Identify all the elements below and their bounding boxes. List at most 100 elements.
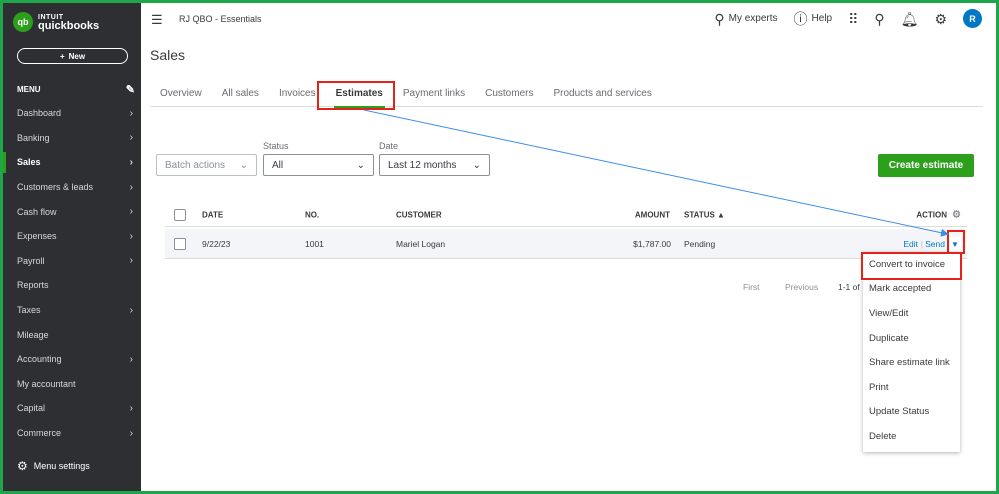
my-experts-button[interactable]: ⚲ My experts bbox=[714, 12, 777, 26]
pencil-icon[interactable]: ✎ bbox=[126, 83, 135, 96]
person-icon: ⚲ bbox=[714, 10, 725, 27]
tab-overview[interactable]: Overview bbox=[150, 85, 212, 107]
col-action: ACTION bbox=[916, 210, 947, 219]
chevron-right-icon: › bbox=[129, 427, 133, 439]
bell-icon[interactable]: 🔔︎ bbox=[901, 12, 919, 26]
menu-item-share-estimate-link[interactable]: Share estimate link bbox=[863, 350, 960, 375]
menu-item-update-status[interactable]: Update Status bbox=[863, 400, 960, 425]
edit-link[interactable]: Edit bbox=[903, 239, 918, 249]
app-frame: qb INTUIT quickbooks + New MENU ✎ Dashbo… bbox=[3, 3, 996, 491]
sidebar-item-label: Taxes bbox=[17, 305, 41, 316]
status-value: All bbox=[272, 159, 284, 171]
new-button-label: New bbox=[68, 51, 86, 61]
sidebar-item-dashboard[interactable]: Dashboard › bbox=[3, 101, 141, 126]
pager-previous[interactable]: Previous bbox=[785, 282, 818, 292]
sidebar-item-accounting[interactable]: Accounting › bbox=[3, 347, 141, 372]
sidebar: qb INTUIT quickbooks + New MENU ✎ Dashbo… bbox=[3, 3, 141, 491]
menu-item-view-edit[interactable]: View/Edit bbox=[863, 301, 960, 326]
sidebar-item-capital[interactable]: Capital › bbox=[3, 396, 141, 421]
menu-item-duplicate[interactable]: Duplicate bbox=[863, 326, 960, 351]
table-row[interactable]: 9/22/23 1001 Mariel Logan $1,787.00 Pend… bbox=[165, 229, 967, 259]
table-settings-gear-icon[interactable]: ⚙ bbox=[952, 209, 961, 220]
qb-logo-icon: qb bbox=[13, 12, 33, 32]
gear-icon: ⚙ bbox=[17, 459, 28, 473]
estimates-tab-highlight bbox=[317, 81, 395, 110]
my-experts-label: My experts bbox=[728, 13, 778, 24]
sidebar-item-payroll[interactable]: Payroll › bbox=[3, 249, 141, 274]
row-date: 9/22/23 bbox=[202, 238, 231, 249]
menu-settings-label: Menu settings bbox=[33, 461, 90, 471]
sidebar-item-commerce[interactable]: Commerce › bbox=[3, 421, 141, 446]
chevron-right-icon: › bbox=[129, 353, 133, 365]
search-icon[interactable]: ⚲ bbox=[874, 12, 884, 26]
row-checkbox[interactable] bbox=[174, 237, 186, 250]
sidebar-item-label: Banking bbox=[17, 132, 50, 143]
chevron-right-icon: › bbox=[129, 132, 133, 144]
sidebar-item-label: Capital bbox=[17, 403, 46, 414]
sidebar-item-expenses[interactable]: Expenses › bbox=[3, 224, 141, 249]
sales-tabs: Overview All sales Invoices Estimates Paymen… bbox=[150, 85, 983, 108]
page-title: Sales bbox=[150, 47, 186, 63]
plus-icon: + bbox=[59, 51, 65, 61]
collapse-menu-icon[interactable]: ☰ bbox=[151, 12, 163, 28]
table-header: DATE NO. CUSTOMER AMOUNT STATUS ▲ ACTION… bbox=[165, 203, 967, 227]
sidebar-item-my-accountant[interactable]: My accountant bbox=[3, 372, 141, 397]
menu-item-print[interactable]: Print bbox=[863, 375, 960, 400]
sidebar-item-banking[interactable]: Banking › bbox=[3, 126, 141, 151]
chevron-down-icon: ⌄ bbox=[472, 159, 481, 171]
convert-to-invoice-highlight bbox=[861, 252, 962, 280]
sidebar-item-taxes[interactable]: Taxes › bbox=[3, 298, 141, 323]
quickbooks-logo[interactable]: qb INTUIT quickbooks bbox=[13, 12, 99, 32]
row-amount: $1,787.00 bbox=[633, 238, 671, 249]
status-select[interactable]: All ⌄ bbox=[263, 154, 374, 176]
menu-item-delete[interactable]: Delete bbox=[863, 424, 960, 449]
date-value: Last 12 months bbox=[388, 159, 457, 171]
sidebar-item-mileage[interactable]: Mileage bbox=[3, 322, 141, 347]
menu-item-mark-accepted[interactable]: Mark accepted bbox=[863, 277, 960, 302]
company-name: RJ QBO - Essentials bbox=[179, 14, 262, 24]
chevron-right-icon: › bbox=[129, 402, 133, 414]
chevron-right-icon: › bbox=[129, 230, 133, 242]
settings-gear-icon[interactable]: ⚙ bbox=[934, 12, 947, 26]
help-button[interactable]: ⓘ Help bbox=[794, 12, 833, 26]
batch-actions-select[interactable]: Batch actions ⌄ bbox=[156, 154, 257, 176]
date-select[interactable]: Last 12 months ⌄ bbox=[379, 154, 490, 176]
sidebar-item-label: Payroll bbox=[17, 255, 45, 266]
col-no[interactable]: NO. bbox=[305, 210, 319, 219]
col-date[interactable]: DATE bbox=[202, 210, 223, 219]
menu-header: MENU ✎ bbox=[17, 83, 135, 96]
tab-products-and-services[interactable]: Products and services bbox=[543, 85, 661, 107]
pager-first[interactable]: First bbox=[743, 282, 760, 292]
action-divider: | bbox=[920, 238, 923, 249]
sidebar-item-label: Dashboard bbox=[17, 108, 62, 119]
estimate-action-menu: Convert to invoice Mark accepted View/Edit… bbox=[863, 252, 960, 452]
tab-payment-links[interactable]: Payment links bbox=[393, 85, 475, 107]
new-button[interactable]: + New bbox=[17, 48, 128, 64]
sidebar-nav: Dashboard › Banking › Sales › Customers & lead… bbox=[3, 101, 141, 445]
chevron-right-icon: › bbox=[129, 107, 133, 119]
col-status[interactable]: STATUS ▲ bbox=[684, 210, 725, 219]
chevron-right-icon: › bbox=[129, 255, 133, 267]
sidebar-item-reports[interactable]: Reports bbox=[3, 273, 141, 298]
status-label: Status bbox=[263, 141, 289, 151]
create-estimate-button[interactable]: Create estimate bbox=[878, 154, 974, 177]
help-icon: ⓘ bbox=[793, 10, 808, 27]
chevron-right-icon: › bbox=[129, 206, 133, 218]
apps-grid-icon[interactable]: ⠿ bbox=[848, 12, 858, 26]
tab-customers[interactable]: Customers bbox=[475, 85, 543, 107]
sidebar-item-sales[interactable]: Sales › bbox=[3, 150, 141, 175]
sidebar-item-label: My accountant bbox=[17, 378, 76, 389]
send-link[interactable]: Send bbox=[925, 239, 945, 249]
sidebar-item-cash-flow[interactable]: Cash flow › bbox=[3, 199, 141, 224]
sidebar-item-label: Reports bbox=[17, 280, 49, 291]
row-customer: Mariel Logan bbox=[396, 238, 446, 249]
col-amount[interactable]: AMOUNT bbox=[635, 210, 670, 219]
avatar[interactable]: R bbox=[963, 9, 982, 28]
col-customer[interactable]: CUSTOMER bbox=[396, 210, 442, 219]
select-all-checkbox[interactable] bbox=[174, 208, 186, 221]
sidebar-item-label: Cash flow bbox=[17, 206, 57, 217]
sidebar-item-customers-leads[interactable]: Customers & leads › bbox=[3, 175, 141, 200]
dropdown-arrow-highlight bbox=[947, 230, 965, 254]
tab-all-sales[interactable]: All sales bbox=[212, 85, 269, 107]
menu-settings-button[interactable]: ⚙ Menu settings bbox=[17, 459, 90, 473]
